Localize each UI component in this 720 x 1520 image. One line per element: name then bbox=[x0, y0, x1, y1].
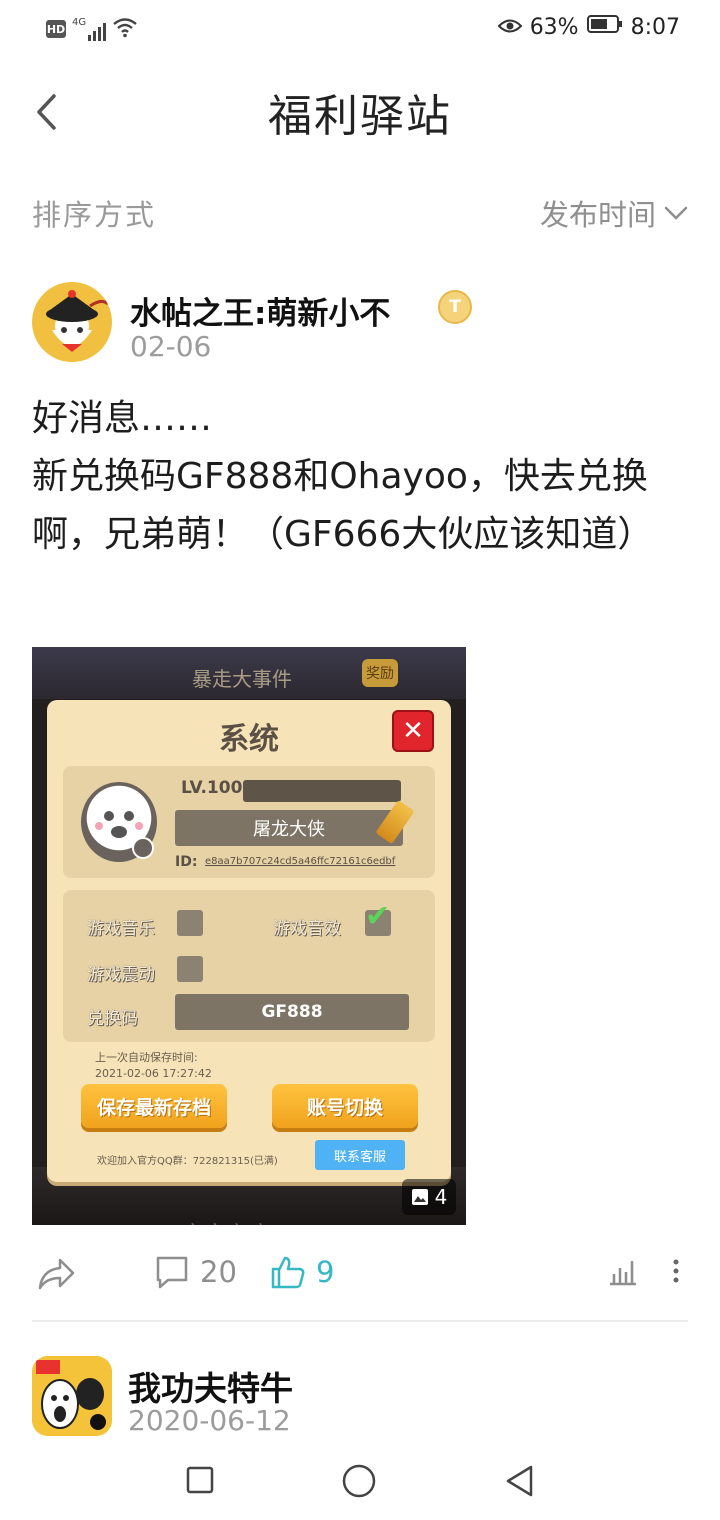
recent-apps-button[interactable] bbox=[186, 1466, 214, 1498]
image-count-badge: 4 bbox=[402, 1179, 456, 1215]
close-icon: ✕ bbox=[392, 710, 434, 752]
game-settings-panel: 游戏音乐 游戏音效 ✔ 游戏震动 兑换码 GF888 bbox=[63, 890, 435, 1042]
stats-button[interactable] bbox=[608, 1256, 638, 1286]
game-id-value: e8aa7b707c24cd5a46ffc72161c6edbf bbox=[205, 856, 396, 867]
image-count: 4 bbox=[434, 1185, 448, 1209]
game-system-dialog: 系统 ✕ LV.100 屠龙大侠 ID: e8aa7b707c24cd5a46f… bbox=[47, 700, 451, 1182]
sort-dropdown[interactable]: 发布时间 bbox=[540, 192, 688, 234]
game-code-value: GF888 bbox=[175, 994, 409, 1030]
image-bg-title: 暴走大事件 bbox=[192, 667, 292, 691]
game-level-bar bbox=[243, 780, 401, 802]
more-vertical-icon bbox=[673, 1259, 679, 1283]
game-save-button: 保存最新存档 bbox=[81, 1084, 227, 1128]
more-button[interactable] bbox=[672, 1256, 680, 1286]
post-action-bar: 20 9 bbox=[32, 1250, 688, 1298]
triangle-back-icon bbox=[506, 1465, 533, 1497]
game-level-label: LV.100 bbox=[181, 778, 243, 798]
battery-icon bbox=[586, 14, 623, 40]
bar-chart-icon bbox=[610, 1261, 636, 1286]
comment-button[interactable]: 20 bbox=[154, 1254, 237, 1290]
eye-icon bbox=[497, 15, 523, 40]
game-service-button: 联系客服 bbox=[315, 1140, 405, 1170]
comment-icon bbox=[156, 1256, 188, 1289]
game-sound-label: 游戏音效 bbox=[273, 919, 341, 939]
chevron-down-icon bbox=[664, 206, 688, 220]
post-divider bbox=[32, 1320, 688, 1322]
game-music-label: 游戏音乐 bbox=[87, 919, 155, 939]
game-id-label: ID: bbox=[175, 854, 198, 870]
game-nickname: 屠龙大侠 bbox=[175, 810, 403, 846]
author-badge: T bbox=[438, 290, 472, 324]
header: 福利驿站 bbox=[0, 62, 720, 162]
game-avatar bbox=[81, 782, 157, 862]
next-post-avatar[interactable] bbox=[32, 1356, 112, 1436]
pencil-icon bbox=[375, 799, 415, 845]
share-button[interactable] bbox=[36, 1254, 76, 1292]
checkmark-icon: ✔ bbox=[365, 899, 391, 934]
game-qq-text: 欢迎加入官方QQ群：722821315(已满) bbox=[97, 1156, 278, 1167]
status-right-info: 63% 8:07 bbox=[497, 14, 680, 40]
4g-signal-icon: 4G bbox=[72, 17, 107, 41]
post-date: 02-06 bbox=[130, 330, 212, 363]
game-profile-panel: LV.100 屠龙大侠 ID: e8aa7b707c24cd5a46ffc721… bbox=[63, 766, 435, 878]
game-vibration-label: 游戏震动 bbox=[87, 965, 155, 985]
page-title: 福利驿站 bbox=[268, 91, 452, 142]
like-count: 9 bbox=[316, 1255, 335, 1289]
game-code-label: 兑换码 bbox=[87, 1009, 138, 1029]
avatar[interactable] bbox=[32, 282, 112, 362]
circle-icon bbox=[342, 1464, 376, 1498]
game-save-info: 上一次自动保存时间: 2021-02-06 17:27:42 bbox=[95, 1051, 212, 1080]
image-icon bbox=[411, 1189, 428, 1205]
sort-label: 排序方式 bbox=[32, 198, 157, 232]
system-nav-bar bbox=[0, 1444, 720, 1520]
next-post-author[interactable]: 我功夫特牛 bbox=[128, 1362, 293, 1410]
hd-icon: HD bbox=[46, 20, 66, 38]
image-bg-bottom-text: 亦寇亦瘟 bbox=[182, 1217, 270, 1225]
back-button[interactable] bbox=[26, 88, 66, 136]
status-bar: HD 4G 63% 8:07 bbox=[0, 0, 720, 58]
chevron-left-icon bbox=[37, 94, 56, 130]
status-left-icons: HD 4G bbox=[46, 16, 138, 42]
like-button[interactable]: 9 bbox=[270, 1254, 334, 1290]
share-icon bbox=[38, 1258, 75, 1290]
next-post-date: 2020-06-12 bbox=[128, 1404, 291, 1437]
sort-row: 排序方式 发布时间 bbox=[32, 188, 688, 238]
game-music-checkbox bbox=[177, 910, 203, 936]
battery-percent: 63% bbox=[529, 14, 579, 40]
sort-selected-value: 发布时间 bbox=[539, 198, 656, 232]
home-button[interactable] bbox=[342, 1464, 376, 1502]
clock: 8:07 bbox=[630, 14, 680, 40]
comment-count: 20 bbox=[200, 1255, 237, 1289]
post-image[interactable]: 暴走大事件 奖励 亦寇亦瘟 系统 ✕ LV.100 bbox=[32, 647, 466, 1225]
post-card[interactable]: 水帖之王:萌新小不 T 02-06 好消息…… 新兑换码GF888和Ohayoo… bbox=[0, 280, 720, 1320]
game-dialog-title: 系统 bbox=[219, 722, 279, 757]
square-icon bbox=[186, 1466, 214, 1494]
post-body: 好消息…… 新兑换码GF888和Ohayoo，快去兑换啊，兄弟萌！（GF666大… bbox=[32, 398, 654, 555]
back-nav-button[interactable] bbox=[504, 1464, 534, 1502]
thumbs-up-icon bbox=[271, 1256, 305, 1289]
image-bg-reward: 奖励 bbox=[362, 659, 398, 687]
author-name[interactable]: 水帖之王:萌新小不 bbox=[130, 288, 390, 333]
game-vibration-checkbox bbox=[177, 956, 203, 982]
wifi-icon bbox=[112, 16, 138, 42]
game-switch-button: 账号切换 bbox=[272, 1084, 418, 1128]
